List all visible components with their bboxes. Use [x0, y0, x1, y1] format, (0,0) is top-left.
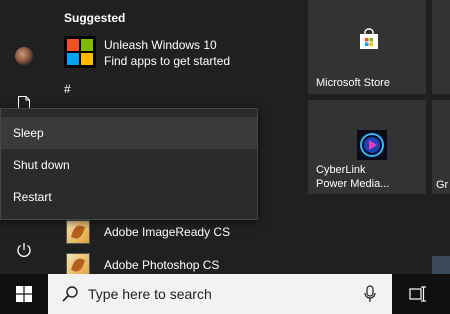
search-input[interactable] [88, 274, 348, 314]
sleep-menu-item[interactable]: Sleep [1, 117, 257, 149]
microphone-icon[interactable] [364, 285, 376, 303]
tile-label: Microsoft Store [316, 77, 390, 89]
letter-header-hash[interactable]: # [64, 82, 71, 96]
search-box[interactable] [48, 274, 392, 314]
restart-menu-item[interactable]: Restart [1, 181, 257, 213]
menu-padding [1, 109, 257, 117]
windows-logo-icon [16, 286, 32, 302]
suggestion-subtitle: Find apps to get started [104, 54, 231, 68]
suggested-header: Suggested [64, 11, 126, 25]
logo-square-blue [67, 53, 79, 65]
app-label: Adobe ImageReady CS [104, 225, 231, 239]
start-menu: Suggested Unleash Windows 10 Find apps t… [0, 0, 450, 277]
power-menu: Sleep Shut down Restart [0, 108, 258, 220]
tile-label: Gr [436, 179, 449, 191]
avatar [15, 47, 33, 65]
tile-grid: Microsoft Store CyberLink Power Media...… [308, 0, 450, 274]
task-view-button[interactable] [398, 274, 438, 314]
logo-square-green [81, 39, 93, 51]
microsoft-store-tile[interactable]: Microsoft Store [308, 0, 426, 94]
start-button[interactable] [0, 274, 48, 314]
list-item[interactable]: Adobe ImageReady CS [64, 218, 304, 246]
search-icon [62, 286, 78, 302]
power-icon [17, 243, 31, 257]
cyberlink-icon [357, 130, 387, 160]
tile-label-line2: Power Media... [316, 178, 390, 190]
microsoft-logo-icon [64, 36, 96, 68]
partial-tile-top[interactable] [432, 0, 450, 94]
partial-tile[interactable]: Gr [432, 100, 450, 194]
app-label: Adobe Photoshop CS [104, 258, 220, 272]
taskbar [0, 274, 450, 314]
tile-label-line1: CyberLink [316, 164, 366, 176]
suggested-app-item[interactable]: Unleash Windows 10 Find apps to get star… [64, 34, 294, 68]
task-view-icon [409, 286, 426, 302]
adobe-imageready-icon [66, 220, 90, 244]
cyberlink-tile[interactable]: CyberLink Power Media... [308, 100, 426, 194]
user-avatar-button[interactable] [12, 44, 36, 68]
partial-tile-bottom[interactable] [432, 256, 450, 274]
shut-down-menu-item[interactable]: Shut down [1, 149, 257, 181]
power-button[interactable] [12, 238, 36, 262]
suggestion-title: Unleash Windows 10 [104, 38, 217, 52]
store-bag-icon [360, 28, 378, 49]
logo-square-yellow [81, 53, 93, 65]
logo-square-red [67, 39, 79, 51]
